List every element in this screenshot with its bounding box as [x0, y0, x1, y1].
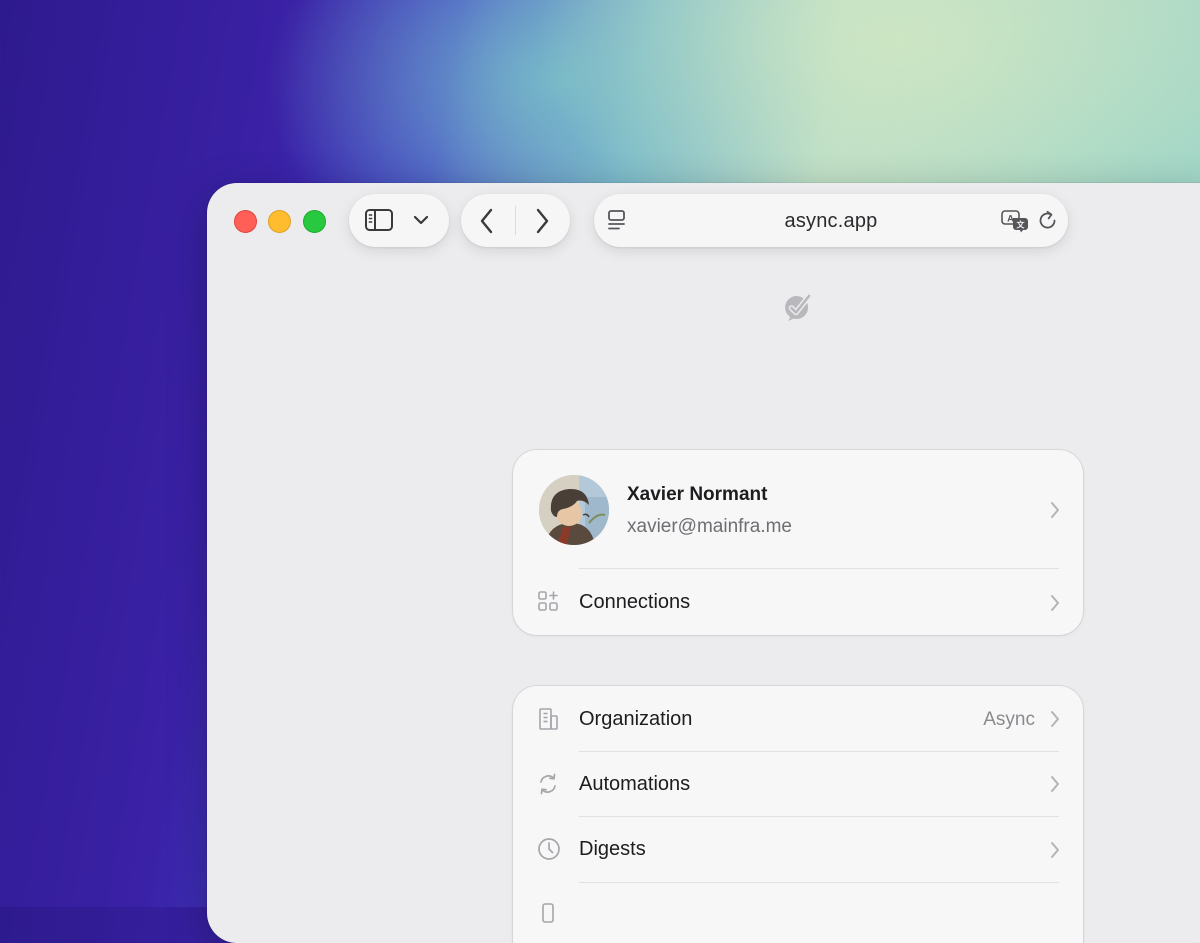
- browser-window: async.app A 文 Xavier Normant xavier@main…: [207, 183, 1200, 943]
- menu-item-label: Organization: [579, 708, 693, 730]
- refresh-icon: [540, 773, 556, 795]
- profile-card: Xavier Normant xavier@mainfra.me Connect…: [513, 450, 1083, 635]
- divider: [579, 568, 1059, 569]
- url-text: async.app: [784, 210, 878, 232]
- minimize-window-button[interactable]: [268, 210, 291, 233]
- chevron-right-icon[interactable]: [1049, 500, 1061, 520]
- chevron-right-icon: [1051, 776, 1059, 792]
- building-icon: [539, 708, 558, 730]
- translate-icon[interactable]: A 文: [1000, 209, 1030, 233]
- avatar-illustration: [539, 475, 609, 545]
- menu-item-value: Async: [983, 709, 1035, 730]
- divider: [579, 816, 1059, 817]
- address-bar[interactable]: async.app A 文: [594, 194, 1068, 247]
- history-navigation: [461, 194, 570, 247]
- chevron-right-icon: [1051, 842, 1059, 858]
- menu-item-label: Connections: [579, 591, 691, 613]
- menu-item-label: Automations: [579, 773, 691, 795]
- clock-icon: [538, 838, 560, 860]
- next-item-icon: [542, 903, 554, 923]
- close-window-button[interactable]: [234, 210, 257, 233]
- divider: [579, 882, 1059, 883]
- divider: [579, 751, 1059, 752]
- check-badge-icon: [785, 293, 812, 321]
- chevron-right-icon[interactable]: [534, 208, 550, 234]
- chevron-left-icon[interactable]: [479, 208, 495, 234]
- svg-text:文: 文: [1017, 220, 1026, 230]
- profile-name: Xavier Normant: [627, 484, 768, 505]
- chevron-right-icon: [1051, 711, 1059, 727]
- menu-item-label: Digests: [579, 838, 646, 860]
- profile-email: xavier@mainfra.me: [627, 516, 792, 537]
- nav-divider: [515, 206, 516, 235]
- avatar[interactable]: [539, 475, 609, 545]
- grid-plus-icon: [538, 591, 558, 611]
- sidebar-icon[interactable]: [364, 207, 394, 233]
- zoom-window-button[interactable]: [303, 210, 326, 233]
- reload-icon[interactable]: [1037, 210, 1059, 232]
- chevron-down-icon[interactable]: [413, 214, 429, 226]
- settings-card: Organization Async Automations Digests: [513, 686, 1083, 943]
- chevron-right-icon: [1051, 595, 1059, 611]
- sidebar-toggle-group: [349, 194, 449, 247]
